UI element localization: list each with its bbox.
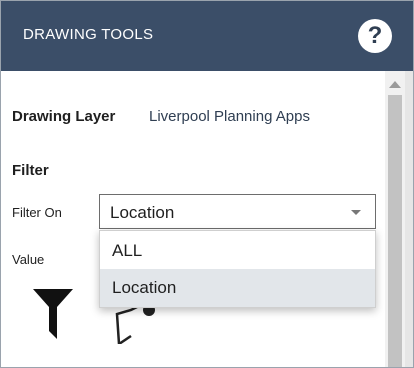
scroll-up-arrow-icon[interactable] <box>389 81 401 88</box>
filter-heading: Filter <box>12 162 49 179</box>
value-label: Value <box>12 252 45 267</box>
dropdown-option-all[interactable]: ALL <box>100 232 375 270</box>
drawing-layer-label: Drawing Layer <box>12 108 116 125</box>
dropdown-option-location[interactable]: Location <box>100 269 375 307</box>
funnel-icon[interactable] <box>33 289 73 339</box>
filter-on-selected-value: Location <box>110 203 175 222</box>
chevron-down-icon <box>351 210 361 215</box>
drawing-layer-value: Liverpool Planning Apps <box>149 108 310 125</box>
map-edge <box>405 71 413 367</box>
scrollbar-thumb[interactable] <box>388 95 402 367</box>
filter-on-label: Filter On <box>12 205 62 220</box>
drawing-tools-panel: DRAWING TOOLS ? Drawing Layer Liverpool … <box>0 0 414 368</box>
filter-on-select[interactable]: Location <box>99 194 376 229</box>
panel-header: DRAWING TOOLS ? <box>1 1 413 71</box>
draw-shape-icon[interactable] <box>109 308 161 344</box>
panel-title: DRAWING TOOLS <box>23 26 154 43</box>
filter-on-dropdown-list: ALL Location <box>99 230 376 308</box>
help-icon[interactable]: ? <box>358 19 392 53</box>
